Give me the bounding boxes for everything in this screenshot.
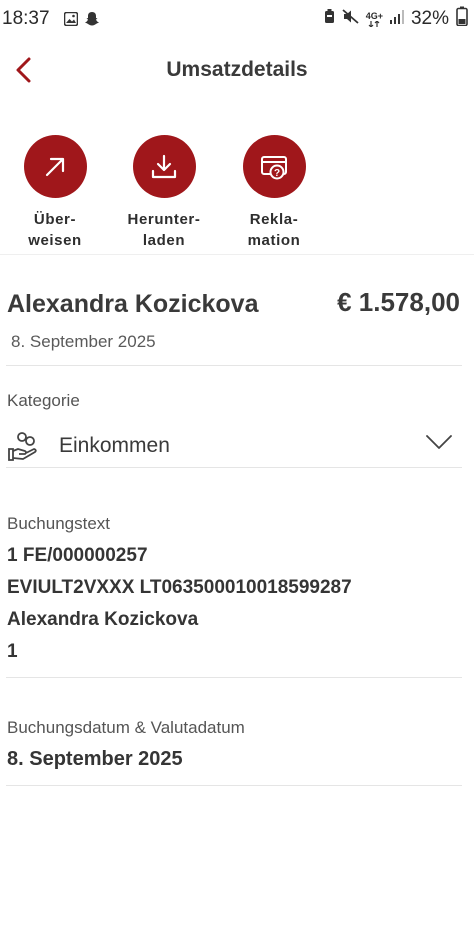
booking-text-line: 1 FE/000000257 [7,545,148,566]
svg-text:?: ? [274,168,280,179]
transfer-button[interactable]: Über- weisen [0,135,115,251]
divider [6,467,462,468]
download-icon [132,135,196,198]
divider [0,254,474,255]
divider [6,785,462,786]
gallery-icon [63,10,79,32]
booking-text-label: Buchungstext [7,514,111,533]
battery-saver-icon [324,8,335,30]
complaint-label: Rekla- mation [247,211,301,249]
complaint-button[interactable]: ? Rekla- mation [214,135,334,251]
counterparty-name: Alexandra Kozickova [7,290,259,318]
download-label: Herunter- laden [127,211,201,249]
transaction-amount: € 1.578,00 [337,287,460,317]
network-4g-icon: 4G+ [366,11,383,27]
booking-text-line: 1 [7,641,18,662]
category-selector[interactable]: Einkommen [0,424,474,468]
action-bar: Über- weisen Herunter- laden ? Rekla- ma… [0,135,474,255]
status-bar: 18:37 4G+ 32% [0,0,474,36]
booking-date-label: Buchungsdatum & Valutadatum [7,718,245,737]
snapchat-icon [84,10,100,32]
booking-date-value: 8. September 2025 [7,748,183,770]
battery-percent: 32% [410,8,449,29]
battery-icon [456,6,468,32]
category-label: Kategorie [7,391,80,410]
complaint-icon: ? [242,135,306,198]
mute-icon [342,8,359,30]
transaction-date: 8. September 2025 [11,332,156,351]
transfer-label: Über- weisen [28,211,82,249]
chevron-down-icon [426,434,452,455]
arrow-up-right-icon [23,135,87,198]
signal-icon [389,8,404,30]
divider [6,677,462,678]
download-button[interactable]: Herunter- laden [104,135,224,251]
booking-text-line: EVIULT2VXXX LT063500010018599287 [7,577,352,598]
status-time: 18:37 [2,8,50,29]
booking-text-line: Alexandra Kozickova [7,609,199,630]
divider [6,365,462,366]
hand-coins-icon [7,430,39,467]
booking-text: 1 FE/000000257 EVIULT2VXXX LT06350001001… [7,540,352,668]
category-value: Einkommen [59,434,170,457]
app-header: Umsatzdetails [0,50,474,90]
page-title: Umsatzdetails [166,58,308,81]
